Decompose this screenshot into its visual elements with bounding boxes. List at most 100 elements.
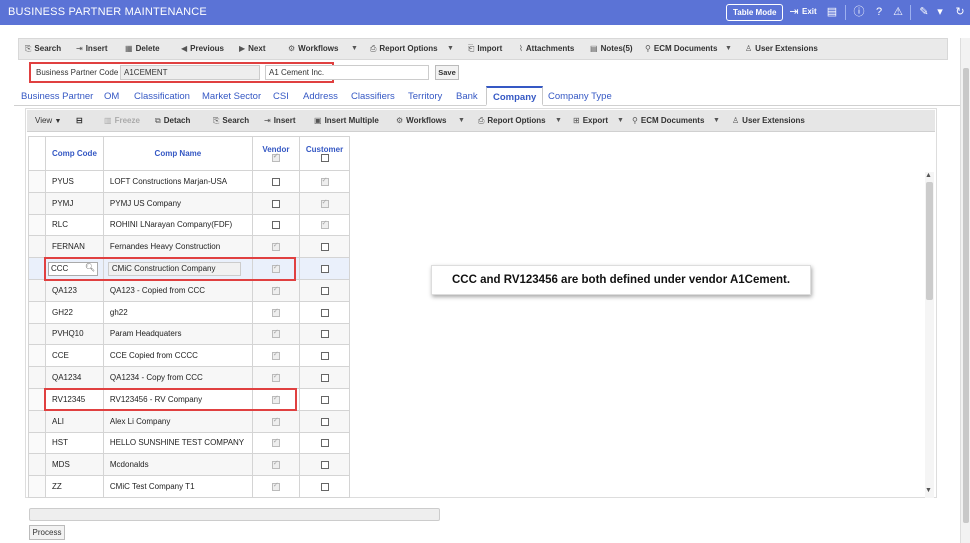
grid-scrollbar-thumb[interactable] bbox=[926, 182, 933, 300]
tab-business-partner[interactable]: Business Partner bbox=[21, 91, 93, 102]
row-selector[interactable] bbox=[28, 409, 46, 433]
comp-name-cell[interactable]: LOFT Constructions Marjan-USA bbox=[102, 170, 253, 193]
save-button[interactable]: Save bbox=[435, 65, 459, 80]
delete-button[interactable]: ▦ Delete bbox=[125, 44, 160, 53]
scroll-up-icon[interactable]: ▲ bbox=[925, 172, 932, 179]
tab-classifiers[interactable]: Classifiers bbox=[351, 91, 395, 102]
table-row[interactable]: MDS Mcdonalds bbox=[28, 453, 351, 477]
exit-button[interactable]: Exit bbox=[802, 7, 817, 16]
clipboard-icon[interactable]: ▤ bbox=[825, 5, 839, 19]
grid-report-options-button[interactable]: ⎙ Report Options bbox=[478, 116, 546, 126]
vendor-checkbox[interactable] bbox=[271, 221, 280, 230]
vendor-checkbox[interactable] bbox=[271, 372, 280, 382]
row-selector[interactable] bbox=[28, 431, 46, 455]
warning-icon[interactable]: ⚠ bbox=[891, 5, 905, 19]
grid-ecm-documents-button[interactable]: ⚲ ECM Documents bbox=[632, 116, 704, 125]
row-selector[interactable] bbox=[28, 278, 46, 302]
page-scrollbar[interactable] bbox=[960, 38, 970, 543]
row-selector[interactable] bbox=[28, 235, 46, 259]
comp-code-cell[interactable]: MDS bbox=[45, 453, 104, 477]
workflows-button[interactable]: ⚙ Workflows bbox=[288, 44, 338, 53]
chevron-down-icon[interactable]: ▾ bbox=[933, 5, 947, 19]
process-button[interactable]: Process bbox=[29, 525, 65, 540]
tab-territory[interactable]: Territory bbox=[408, 91, 442, 102]
comp-code-cell[interactable]: ZZ bbox=[45, 475, 104, 498]
table-row[interactable]: RLC ROHINI LNarayan Company(FDF) bbox=[28, 213, 351, 237]
comp-name-cell[interactable]: HELLO SUNSHINE TEST COMPANY bbox=[102, 431, 253, 455]
comp-name-cell[interactable]: CMiC Test Company T1 bbox=[102, 475, 253, 498]
business-partner-name-field[interactable]: A1 Cement Inc. bbox=[265, 65, 429, 80]
comp-name-cell[interactable]: PYMJ US Company bbox=[102, 191, 253, 215]
help-icon[interactable]: ? bbox=[872, 5, 886, 19]
row-selector[interactable] bbox=[28, 387, 46, 411]
row-selector[interactable] bbox=[28, 322, 46, 346]
vendor-checkbox[interactable] bbox=[271, 437, 280, 448]
comp-code-cell[interactable]: FERNAN bbox=[45, 235, 104, 259]
vendor-select-all-checkbox[interactable] bbox=[271, 152, 280, 163]
tab-market-sector[interactable]: Market Sector bbox=[202, 91, 261, 102]
tab-company-type[interactable]: Company Type bbox=[548, 91, 612, 102]
table-row[interactable]: HST HELLO SUNSHINE TEST COMPANY bbox=[28, 431, 351, 455]
row-selector[interactable] bbox=[28, 170, 46, 193]
previous-button[interactable]: ◀ Previous bbox=[181, 44, 224, 53]
column-header-vendor[interactable]: Vendor bbox=[251, 136, 300, 171]
comp-name-cell[interactable]: QA123 - Copied from CCC bbox=[102, 278, 253, 302]
vendor-checkbox[interactable] bbox=[271, 350, 280, 361]
chevron-down-icon[interactable]: ▼ bbox=[458, 117, 465, 124]
vendor-checkbox[interactable] bbox=[271, 328, 280, 339]
comp-name-cell[interactable]: Alex Li Company bbox=[102, 409, 253, 433]
user-extensions-button[interactable]: ♙ User Extensions bbox=[745, 44, 818, 53]
column-header-comp-name[interactable]: Comp Name bbox=[102, 136, 253, 171]
customer-checkbox[interactable] bbox=[320, 373, 329, 382]
customer-checkbox[interactable] bbox=[320, 461, 329, 470]
table-row[interactable]: PYMJ PYMJ US Company bbox=[28, 191, 351, 215]
grid-user-extensions-button[interactable]: ♙ User Extensions bbox=[732, 116, 805, 125]
customer-checkbox[interactable] bbox=[320, 264, 329, 273]
row-selector[interactable] bbox=[28, 300, 46, 324]
customer-checkbox[interactable] bbox=[320, 330, 329, 339]
comp-name-cell[interactable]: Mcdonalds bbox=[102, 453, 253, 477]
row-selector[interactable] bbox=[28, 257, 46, 280]
table-row[interactable]: ZZ CMiC Test Company T1 bbox=[28, 475, 351, 498]
next-button[interactable]: ▶ Next bbox=[239, 44, 266, 53]
business-partner-code-field[interactable]: A1CEMENT bbox=[120, 65, 260, 80]
horizontal-scrollbar[interactable] bbox=[29, 508, 440, 521]
comp-code-cell[interactable]: RLC bbox=[45, 213, 104, 237]
vendor-checkbox[interactable] bbox=[271, 416, 280, 426]
vendor-checkbox[interactable] bbox=[271, 199, 280, 208]
customer-checkbox[interactable] bbox=[320, 308, 329, 317]
chevron-down-icon[interactable]: ▼ bbox=[555, 117, 562, 124]
export-button[interactable]: ⊞ Export bbox=[573, 116, 608, 125]
comp-code-cell[interactable]: PVHQ10 bbox=[45, 322, 104, 346]
comp-name-cell[interactable]: Param Headquaters bbox=[102, 322, 253, 346]
tab-company[interactable]: Company bbox=[486, 86, 544, 106]
search-button[interactable]: ⎘ Search bbox=[25, 44, 61, 54]
grid-insert-button[interactable]: ⇥ Insert bbox=[264, 116, 296, 125]
tab-bank[interactable]: Bank bbox=[456, 91, 478, 102]
columns-icon[interactable]: ⊟ bbox=[76, 116, 83, 125]
vendor-checkbox[interactable] bbox=[271, 241, 280, 252]
comp-code-cell[interactable]: CCE bbox=[45, 344, 104, 368]
chevron-down-icon[interactable]: ▼ bbox=[617, 117, 624, 124]
attachments-button[interactable]: ⌇ Attachments bbox=[519, 44, 574, 53]
view-menu[interactable]: View ▼ bbox=[35, 116, 61, 125]
vendor-checkbox[interactable] bbox=[271, 481, 280, 491]
table-row[interactable]: ALI Alex Li Company bbox=[28, 409, 351, 433]
customer-checkbox[interactable] bbox=[320, 439, 329, 448]
row-selector[interactable] bbox=[28, 344, 46, 368]
table-row[interactable]: PYUS LOFT Constructions Marjan-USA bbox=[28, 170, 351, 193]
comp-name-cell[interactable]: ROHINI LNarayan Company(FDF) bbox=[102, 213, 253, 237]
tab-address[interactable]: Address bbox=[303, 91, 338, 102]
comp-code-cell[interactable]: HST bbox=[45, 431, 104, 455]
grid-search-button[interactable]: ⎘ Search bbox=[213, 116, 249, 126]
info-icon[interactable]: ⓘ bbox=[852, 5, 866, 19]
scrollbar-thumb[interactable] bbox=[963, 68, 969, 523]
row-selector[interactable] bbox=[28, 191, 46, 215]
customer-checkbox[interactable] bbox=[320, 482, 329, 491]
row-selector[interactable] bbox=[28, 213, 46, 237]
grid-workflows-button[interactable]: ⚙ Workflows bbox=[396, 116, 446, 125]
chevron-down-icon[interactable]: ▼ bbox=[725, 45, 732, 52]
insert-button[interactable]: ⇥ Insert bbox=[76, 44, 108, 53]
comp-name-cell[interactable]: CCE Copied from CCCC bbox=[102, 344, 253, 368]
chevron-down-icon[interactable]: ▼ bbox=[447, 45, 454, 52]
